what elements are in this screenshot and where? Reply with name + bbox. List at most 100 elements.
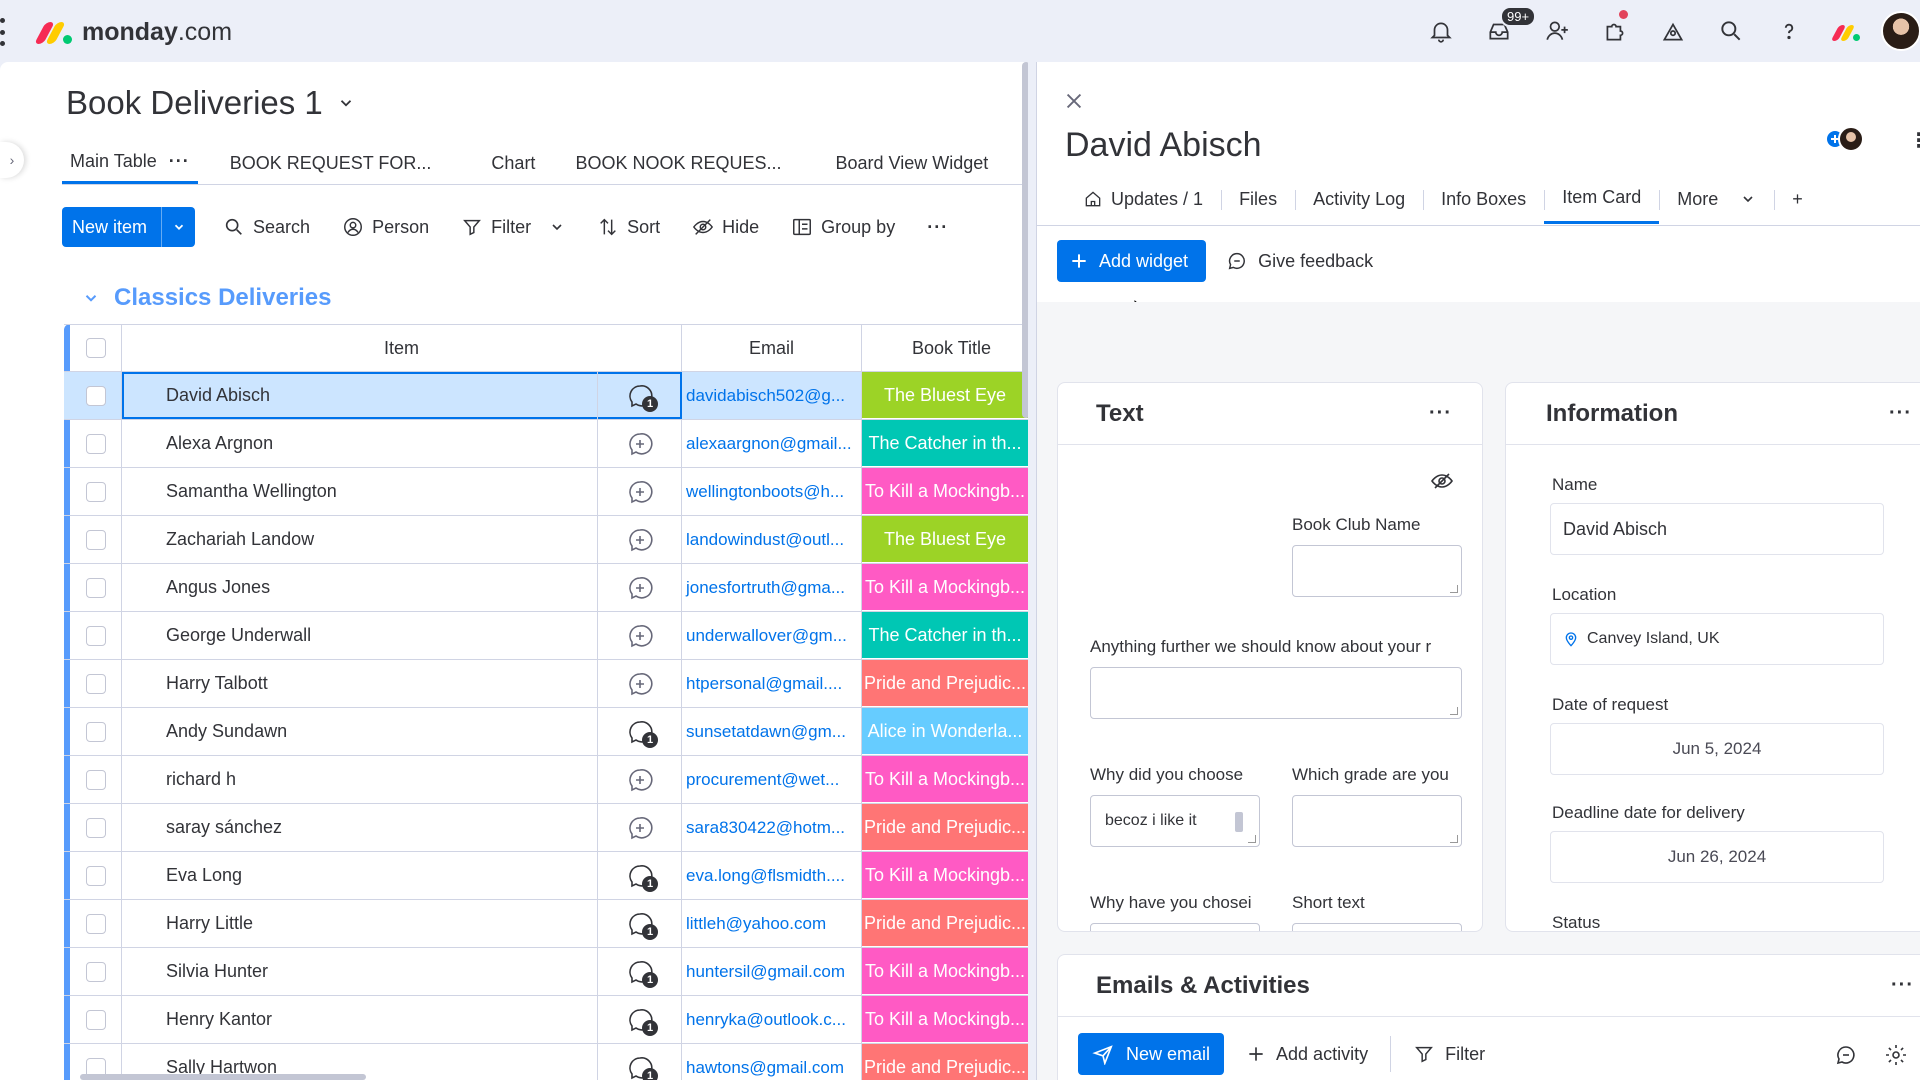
column-header-email[interactable]: Email <box>682 325 862 371</box>
item-name[interactable]: Harry Little <box>122 913 597 934</box>
add-view-button[interactable]: + <box>1774 174 1821 224</box>
product-switcher-button[interactable] <box>1818 0 1876 62</box>
item-cell[interactable]: David Abisch 1 <box>122 372 682 419</box>
tab-main-table[interactable]: Main Table ··· <box>62 142 198 184</box>
item-updates-button[interactable]: 1 <box>597 1044 681 1080</box>
app-menu-icon[interactable] <box>0 18 8 46</box>
row-checkbox[interactable] <box>85 1009 106 1030</box>
item-name[interactable]: Harry Talbott <box>122 673 597 694</box>
item-title[interactable]: David Abisch <box>1065 126 1262 165</box>
item-updates-button[interactable] <box>597 756 681 803</box>
email-cell[interactable]: underwallover@gm... <box>682 612 862 659</box>
tab-options-icon[interactable]: ··· <box>169 151 190 172</box>
table-row[interactable]: Angus Jones jonesfortruth@gma... To Kill a… <box>64 564 1028 612</box>
table-row[interactable]: George Underwall underwallover@gm... The C… <box>64 612 1028 660</box>
row-checkbox[interactable] <box>85 769 106 790</box>
item-name[interactable]: saray sánchez <box>122 817 597 838</box>
profile-button[interactable] <box>1876 0 1920 62</box>
book-title-cell[interactable]: The Catcher in th... <box>862 612 1028 659</box>
email-cell[interactable]: hawtons@gmail.com <box>682 1044 862 1080</box>
item-cell[interactable]: Eva Long 1 <box>122 852 682 899</box>
chevron-down-icon[interactable] <box>82 289 100 307</box>
item-cell[interactable]: Silvia Hunter 1 <box>122 948 682 995</box>
why-chosen-input[interactable] <box>1090 923 1260 931</box>
table-row[interactable]: Harry Talbott htpersonal@gmail.... Pride a… <box>64 660 1028 708</box>
book-title-cell[interactable]: The Bluest Eye <box>862 516 1028 563</box>
item-name[interactable]: Samantha Wellington <box>122 481 597 502</box>
table-row[interactable]: Samantha Wellington wellingtonboots@h... T… <box>64 468 1028 516</box>
item-updates-button[interactable]: 1 <box>597 708 681 755</box>
row-checkbox[interactable] <box>85 481 106 502</box>
item-updates-button[interactable] <box>597 564 681 611</box>
why-choose-input[interactable]: becoz i like it <box>1090 795 1260 847</box>
book-title-cell[interactable]: Pride and Prejudic... <box>862 900 1028 947</box>
book-title-cell[interactable]: The Bluest Eye <box>862 372 1028 419</box>
item-cell[interactable]: George Underwall <box>122 612 682 659</box>
email-cell[interactable]: sunsetatdawn@gm... <box>682 708 862 755</box>
row-checkbox[interactable] <box>85 673 106 694</box>
item-updates-button[interactable]: 1 <box>597 996 681 1043</box>
email-cell[interactable]: wellingtonboots@h... <box>682 468 862 515</box>
email-cell[interactable]: alexaargnon@gmail... <box>682 420 862 467</box>
table-row[interactable]: Silvia Hunter 1 huntersil@gmail.com To Kill… <box>64 948 1028 996</box>
vertical-scrollbar[interactable] <box>1022 62 1028 418</box>
short-text-input[interactable] <box>1292 923 1462 931</box>
tab-book-request-form[interactable]: BOOK REQUEST FOR... <box>222 142 440 184</box>
grade-input[interactable] <box>1292 795 1462 847</box>
item-updates-button[interactable] <box>597 420 681 467</box>
tab-files[interactable]: Files <box>1221 174 1295 224</box>
book-title-cell[interactable]: To Kill a Mockingb... <box>862 756 1028 803</box>
row-checkbox[interactable] <box>85 721 106 742</box>
item-name[interactable]: Angus Jones <box>122 577 597 598</box>
row-checkbox[interactable] <box>85 625 106 646</box>
item-updates-button[interactable]: 1 <box>597 372 681 419</box>
group-by-button[interactable]: Group by <box>791 216 895 238</box>
row-checkbox[interactable] <box>85 865 106 886</box>
group-title[interactable]: Classics Deliveries <box>114 284 332 312</box>
item-updates-button[interactable] <box>597 660 681 707</box>
email-cell[interactable]: littleh@yahoo.com <box>682 900 862 947</box>
ai-assistant-button[interactable] <box>1644 0 1702 62</box>
item-updates-button[interactable] <box>597 468 681 515</box>
table-row[interactable]: Zachariah Landow landowindust@outl... The … <box>64 516 1028 564</box>
item-cell[interactable]: saray sánchez <box>122 804 682 851</box>
item-cell[interactable]: Henry Kantor 1 <box>122 996 682 1043</box>
row-checkbox[interactable] <box>85 577 106 598</box>
email-cell[interactable]: davidabisch502@g... <box>682 372 862 419</box>
tab-info-boxes[interactable]: Info Boxes <box>1423 174 1544 224</box>
row-checkbox[interactable] <box>85 529 106 550</box>
item-subscribers[interactable] <box>1825 124 1865 154</box>
item-updates-button[interactable] <box>597 516 681 563</box>
row-checkbox[interactable] <box>85 961 106 982</box>
item-updates-button[interactable] <box>597 612 681 659</box>
tab-book-nook-request[interactable]: BOOK NOOK REQUES... <box>567 142 789 184</box>
invite-members-button[interactable] <box>1528 0 1586 62</box>
email-cell[interactable]: procurement@wet... <box>682 756 862 803</box>
book-title-cell[interactable]: To Kill a Mockingb... <box>862 564 1028 611</box>
chevron-down-icon[interactable] <box>549 219 565 235</box>
row-checkbox[interactable] <box>85 913 106 934</box>
hidden-eye-icon[interactable] <box>1430 469 1454 493</box>
item-name[interactable]: Silvia Hunter <box>122 961 597 982</box>
person-filter-button[interactable]: Person <box>342 216 429 238</box>
apps-button[interactable] <box>1586 0 1644 62</box>
book-title-cell[interactable]: To Kill a Mockingb... <box>862 468 1028 515</box>
group-header[interactable]: Classics Deliveries <box>82 284 332 312</box>
item-name[interactable]: Zachariah Landow <box>122 529 597 550</box>
email-cell[interactable]: eva.long@flsmidth.... <box>682 852 862 899</box>
item-name[interactable]: richard h <box>122 769 597 790</box>
anything-further-input[interactable] <box>1090 667 1462 719</box>
item-updates-button[interactable]: 1 <box>597 900 681 947</box>
horizontal-scrollbar[interactable] <box>80 1074 366 1080</box>
table-row[interactable]: Eva Long 1 eva.long@flsmidth.... To Kill a … <box>64 852 1028 900</box>
item-cell[interactable]: Harry Talbott <box>122 660 682 707</box>
tab-more[interactable]: More <box>1659 174 1774 224</box>
item-cell[interactable]: Zachariah Landow <box>122 516 682 563</box>
book-title-cell[interactable]: Pride and Prejudic... <box>862 660 1028 707</box>
item-name[interactable]: Henry Kantor <box>122 1009 597 1030</box>
email-cell[interactable]: huntersil@gmail.com <box>682 948 862 995</box>
item-updates-button[interactable]: 1 <box>597 852 681 899</box>
item-name[interactable]: Andy Sundawn <box>122 721 597 742</box>
email-cell[interactable]: henryka@outlook.c... <box>682 996 862 1043</box>
book-title-cell[interactable]: To Kill a Mockingb... <box>862 996 1028 1043</box>
